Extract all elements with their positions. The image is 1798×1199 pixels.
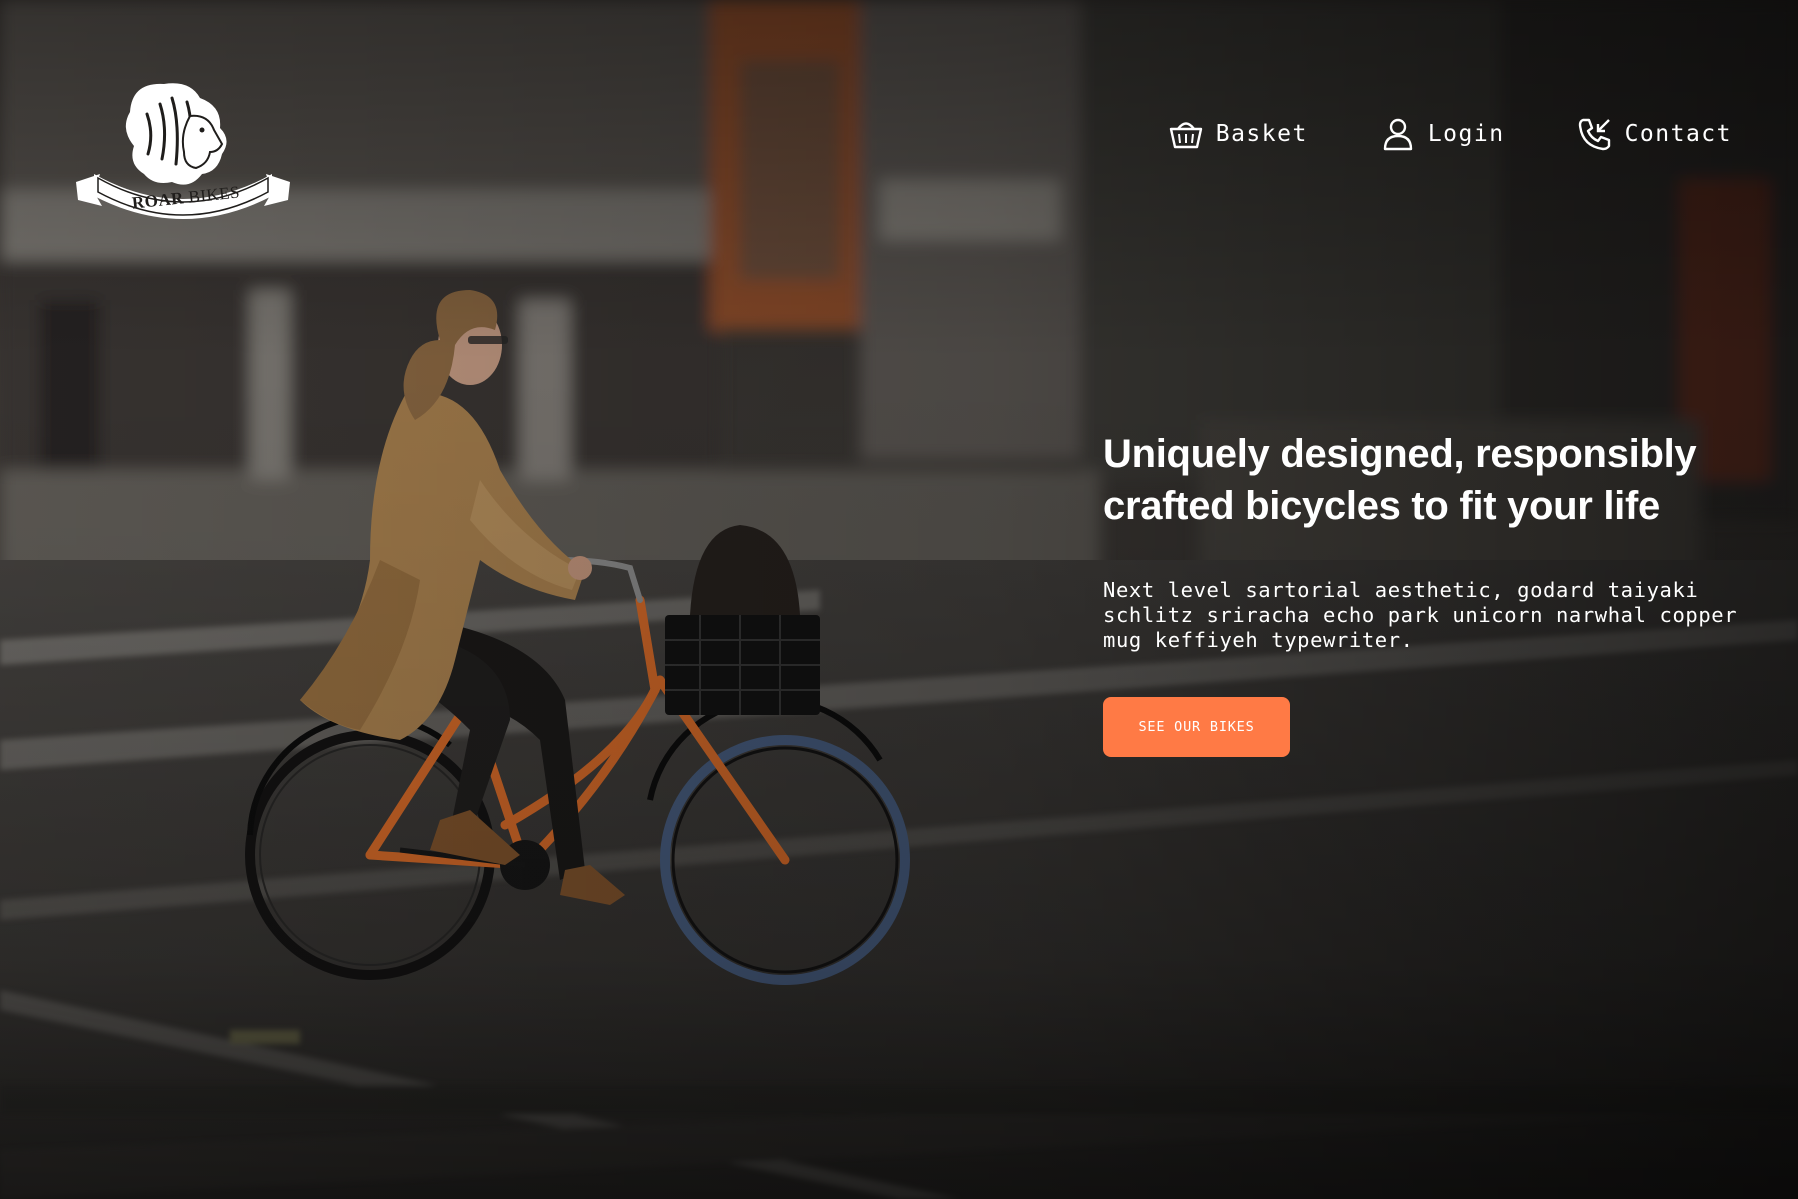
landing-page: ROAR BIKES Basket Login Contact Uniquely… xyxy=(0,0,1798,1199)
see-our-bikes-button[interactable]: SEE OUR BIKES xyxy=(1103,697,1290,757)
hero-section: Uniquely designed, responsibly crafted b… xyxy=(1103,428,1743,757)
main-nav: Basket Login Contact xyxy=(1168,116,1732,152)
hero-description: Next level sartorial aesthetic, godard t… xyxy=(1103,578,1738,652)
nav-basket[interactable]: Basket xyxy=(1168,116,1308,152)
basket-icon xyxy=(1169,122,1202,149)
brand-logo[interactable]: ROAR BIKES xyxy=(72,74,294,224)
nav-login-label: Login xyxy=(1427,121,1505,147)
nav-contact-label: Contact xyxy=(1624,121,1732,147)
logo-text-bikes: BIKES xyxy=(187,182,241,207)
nav-login[interactable]: Login xyxy=(1380,116,1505,152)
hero-title: Uniquely designed, responsibly crafted b… xyxy=(1103,432,1697,528)
phone-icon xyxy=(1578,118,1610,151)
nav-basket-label: Basket xyxy=(1215,121,1308,147)
nav-contact[interactable]: Contact xyxy=(1577,116,1732,152)
user-icon xyxy=(1383,118,1413,151)
logo-text-roar: ROAR xyxy=(131,188,185,213)
